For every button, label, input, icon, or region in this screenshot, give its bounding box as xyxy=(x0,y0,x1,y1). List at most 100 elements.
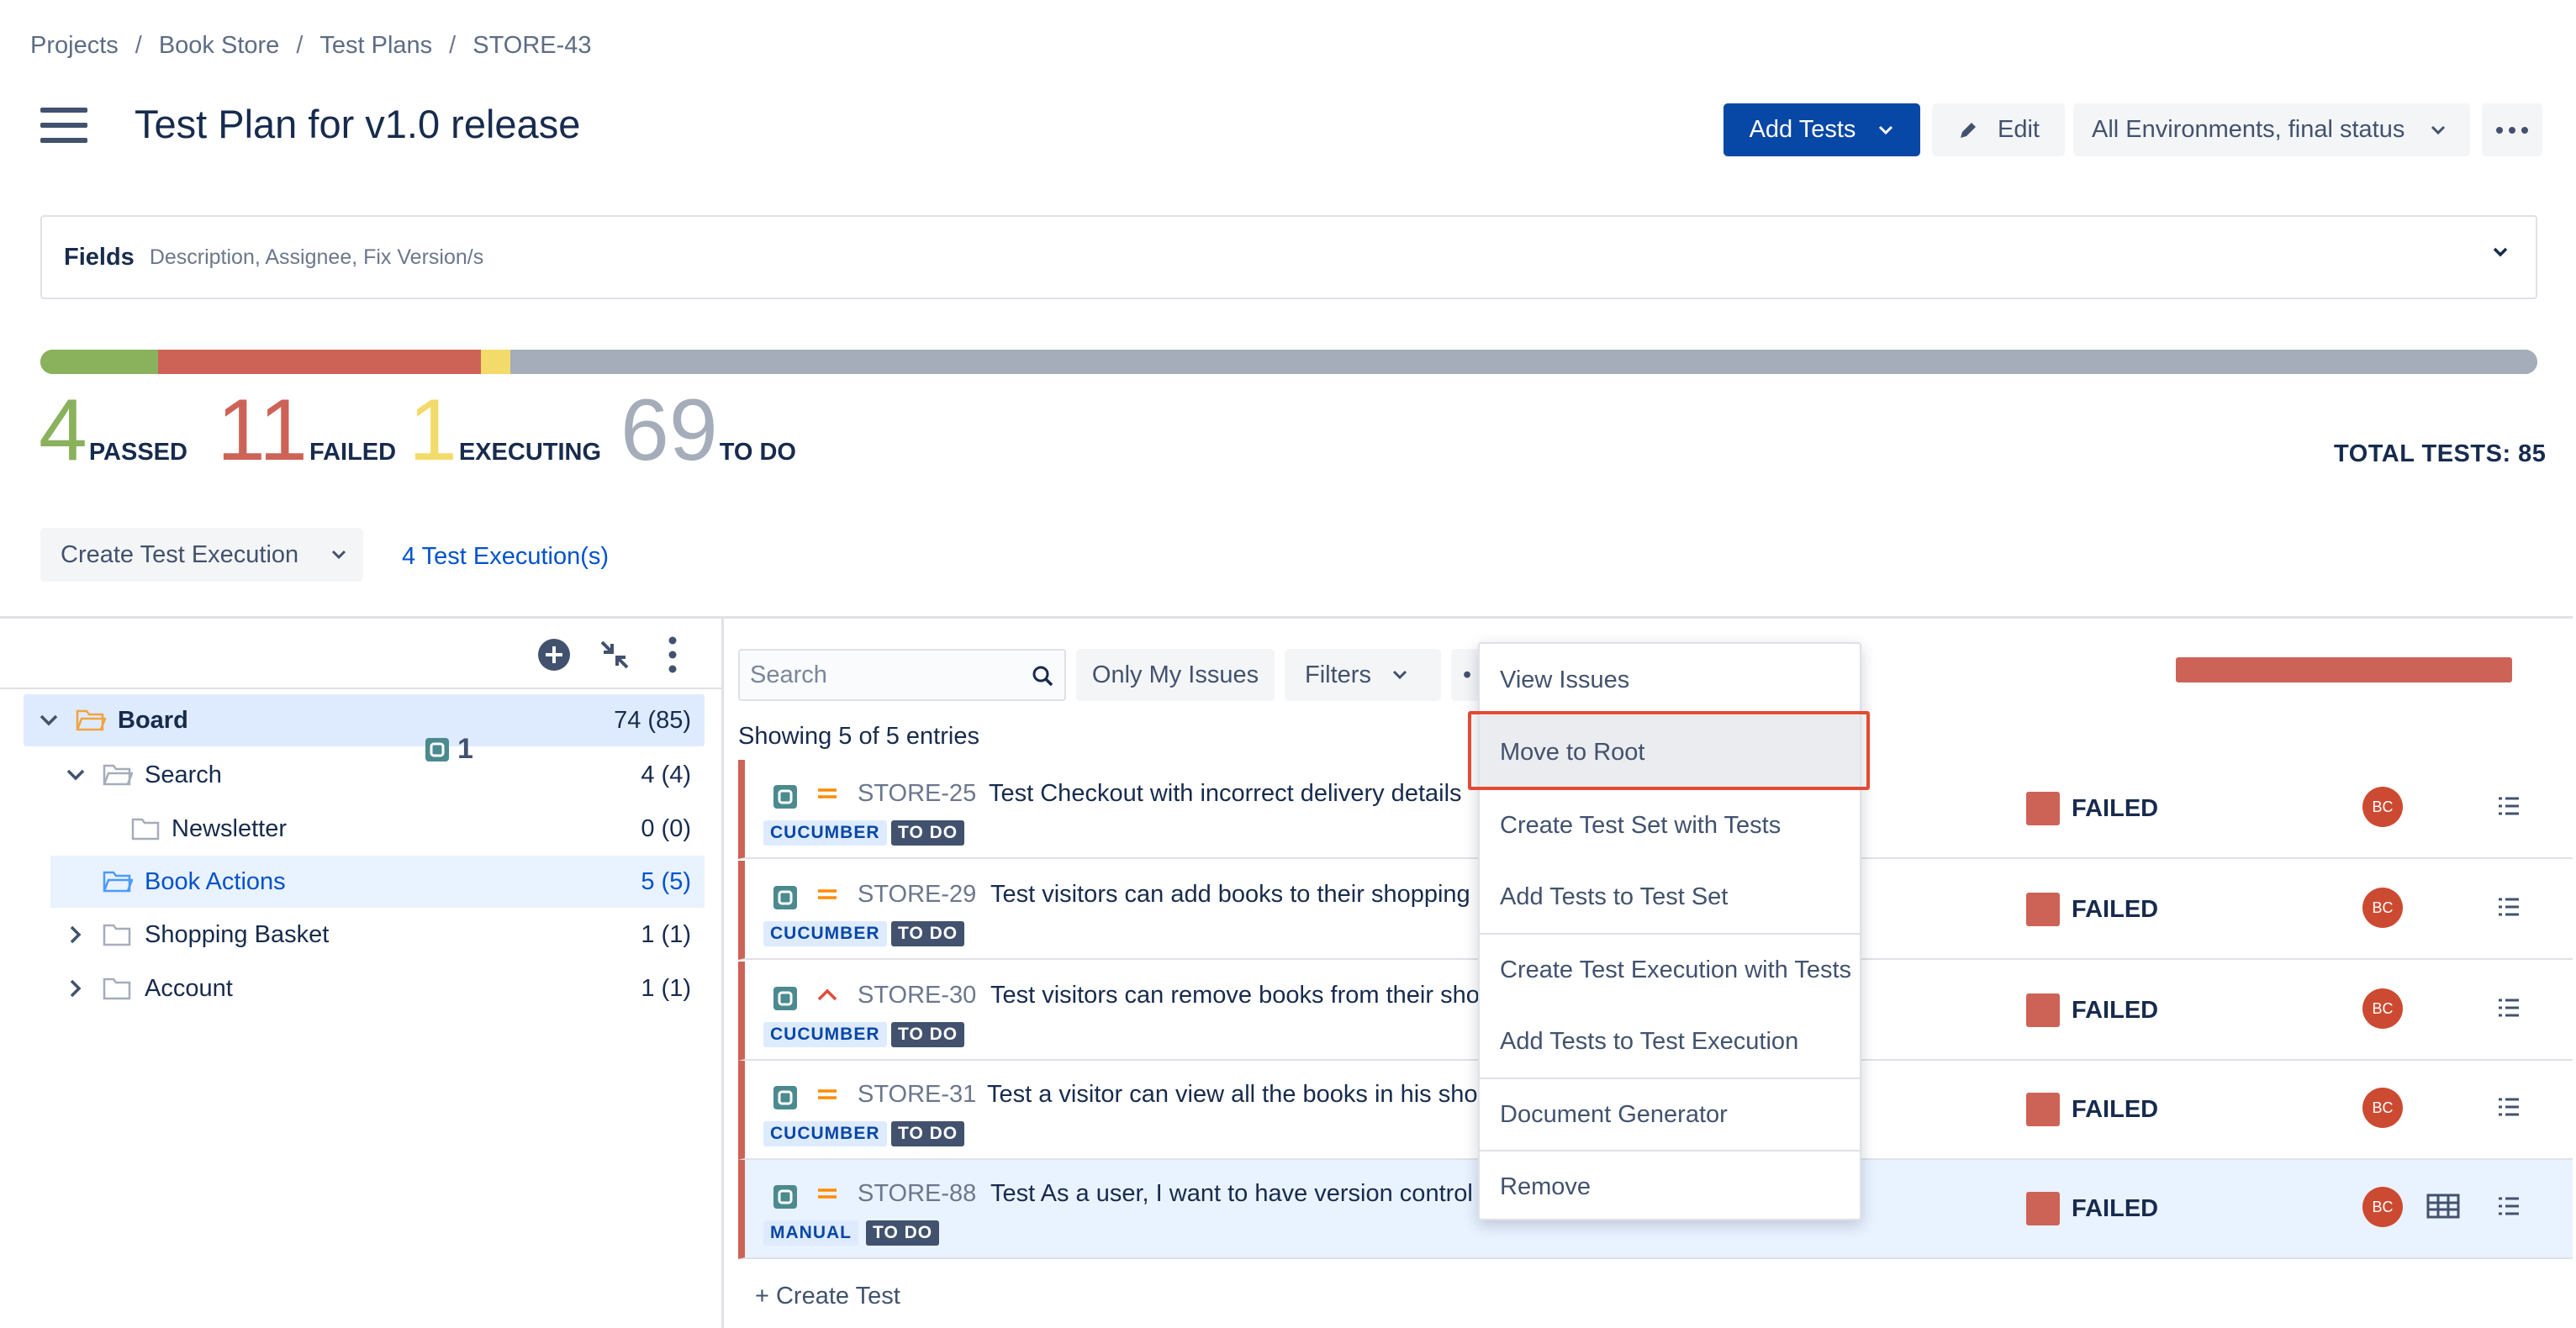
issue-key[interactable]: STORE-31 xyxy=(858,1081,976,1109)
menu-item-create-test-set[interactable]: Create Test Set with Tests xyxy=(1480,789,1860,862)
status-badge: TO DO xyxy=(866,1220,940,1246)
avatar[interactable]: BC xyxy=(2362,1088,2403,1128)
environment-select[interactable]: All Environments, final status xyxy=(2073,103,2470,156)
tree-item-count: 5 (5) xyxy=(641,867,691,895)
tree-item-shopping-basket[interactable]: Shopping Basket 1 (1) xyxy=(64,909,691,960)
tree-item-board[interactable]: Board 74 (85) xyxy=(37,695,691,746)
fields-label: Fields xyxy=(64,243,135,271)
test-type-badge: CUCUMBER xyxy=(763,1121,887,1146)
chevron-down-icon[interactable] xyxy=(37,712,61,729)
issue-key[interactable]: STORE-25 xyxy=(858,780,976,808)
create-test-execution-button[interactable]: Create Test Execution xyxy=(40,528,363,582)
breadcrumb-separator: / xyxy=(449,32,457,59)
add-tests-button[interactable]: Add Tests xyxy=(1723,103,1920,156)
collapse-icon[interactable] xyxy=(597,637,632,672)
avatar[interactable]: BC xyxy=(2362,888,2403,928)
chevron-right-icon[interactable] xyxy=(64,923,87,946)
folder-icon xyxy=(103,978,131,1000)
menu-item-remove[interactable]: Remove xyxy=(1480,1151,1860,1223)
breadcrumb-separator: / xyxy=(135,32,142,59)
chevron-down-icon[interactable] xyxy=(64,767,87,783)
breadcrumb-issue-key[interactable]: STORE-43 xyxy=(472,32,591,60)
issue-summary[interactable]: Test visitors can remove books from thei… xyxy=(990,982,1480,1009)
details-list-icon[interactable] xyxy=(2497,1096,2521,1118)
status-badge: TO DO xyxy=(891,1022,965,1047)
breadcrumb-projects[interactable]: Projects xyxy=(30,32,119,60)
folder-open-icon xyxy=(103,764,133,786)
menu-item-create-test-execution[interactable]: Create Test Execution with Tests xyxy=(1480,934,1860,1006)
issue-summary[interactable]: Test visitors can add books to their sho… xyxy=(990,881,1470,909)
tree-item-label: Account xyxy=(145,974,233,1002)
priority-medium-icon xyxy=(818,889,837,899)
breadcrumb-test-plans[interactable]: Test Plans xyxy=(319,32,432,60)
only-my-issues-label: Only My Issues xyxy=(1091,661,1259,688)
test-issue-icon xyxy=(773,1086,797,1109)
menu-item-view-issues[interactable]: View Issues xyxy=(1480,644,1860,716)
issue-summary[interactable]: Test Checkout with incorrect delivery de… xyxy=(989,780,1462,808)
tree-item-label: Board xyxy=(118,706,188,734)
stat-executing-label: EXECUTING xyxy=(458,439,602,466)
more-dots-icon xyxy=(2496,126,2528,134)
chevron-down-icon xyxy=(2431,125,2446,134)
more-vertical-icon[interactable] xyxy=(664,635,681,674)
test-issue-icon xyxy=(773,1185,797,1209)
stat-failed-number: 11 xyxy=(217,382,308,479)
more-actions-button[interactable] xyxy=(2482,103,2542,156)
details-list-icon[interactable] xyxy=(2497,997,2521,1019)
search-input[interactable]: Search xyxy=(738,649,1066,701)
issue-summary[interactable]: Test a visitor can view all the books in… xyxy=(987,1081,1491,1109)
tree-item-label: Book Actions xyxy=(145,867,286,895)
search-icon[interactable] xyxy=(1031,664,1054,688)
execution-status: FAILED xyxy=(2026,993,2158,1027)
tree-item-label: Search xyxy=(145,761,222,788)
execution-status: FAILED xyxy=(2026,792,2158,825)
filters-button[interactable]: Filters xyxy=(1285,649,1441,701)
progress-passed-segment xyxy=(40,350,158,374)
add-folder-icon[interactable] xyxy=(536,637,572,672)
issue-key[interactable]: STORE-88 xyxy=(858,1180,976,1208)
menu-item-add-to-test-execution[interactable]: Add Tests to Test Execution xyxy=(1480,1005,1860,1078)
folder-open-icon xyxy=(103,871,133,893)
fields-panel[interactable]: Fields Description, Assignee, Fix Versio… xyxy=(40,215,2537,299)
edit-button[interactable]: Edit xyxy=(1932,103,2065,156)
status-label: FAILED xyxy=(2072,1194,2159,1222)
status-color-swatch xyxy=(2026,993,2060,1027)
breadcrumb-book-store[interactable]: Book Store xyxy=(159,32,279,60)
only-my-issues-button[interactable]: Only My Issues xyxy=(1076,649,1275,701)
test-type-badge: MANUAL xyxy=(763,1220,858,1246)
avatar[interactable]: BC xyxy=(2362,787,2403,827)
menu-item-add-to-test-set[interactable]: Add Tests to Test Set xyxy=(1480,861,1860,933)
hamburger-menu-icon[interactable] xyxy=(40,108,87,143)
avatar[interactable]: BC xyxy=(2362,1187,2403,1227)
tree-item-search[interactable]: Search 4 (4) xyxy=(64,750,691,800)
menu-item-document-generator[interactable]: Document Generator xyxy=(1480,1078,1860,1151)
stat-executing-number: 1 xyxy=(409,382,457,479)
status-label: FAILED xyxy=(2072,996,2159,1024)
table-grid-icon[interactable] xyxy=(2426,1194,2460,1219)
tree-item-account[interactable]: Account 1 (1) xyxy=(64,963,691,1014)
pencil-icon xyxy=(1961,122,1976,138)
test-executions-link[interactable]: 4 Test Execution(s) xyxy=(402,543,609,571)
status-color-swatch xyxy=(2026,1192,2060,1225)
avatar[interactable]: BC xyxy=(2362,988,2403,1029)
test-type-badge: CUCUMBER xyxy=(763,820,887,846)
issue-key[interactable]: STORE-30 xyxy=(858,982,976,1009)
details-list-icon[interactable] xyxy=(2497,896,2521,918)
test-issue-icon xyxy=(773,785,797,809)
details-list-icon[interactable] xyxy=(2497,795,2521,817)
issue-key[interactable]: STORE-29 xyxy=(858,881,976,909)
divider xyxy=(0,616,2573,619)
status-badge: TO DO xyxy=(891,1121,965,1146)
issue-summary[interactable]: Test As a user, I want to have version c… xyxy=(990,1180,1486,1208)
test-issue-icon xyxy=(773,987,797,1010)
status-label: FAILED xyxy=(2072,895,2159,923)
stat-passed-number: 4 xyxy=(39,382,87,479)
chevron-right-icon[interactable] xyxy=(64,977,87,1000)
tree-item-newsletter[interactable]: Newsletter 0 (0) xyxy=(131,804,691,854)
chevron-down-icon[interactable] xyxy=(2490,245,2510,259)
details-list-icon[interactable] xyxy=(2497,1195,2521,1217)
tree-item-book-actions[interactable]: Book Actions 5 (5) xyxy=(103,856,691,907)
progress-failed-segment xyxy=(157,350,482,374)
stat-todo-label: TO DO xyxy=(719,439,796,466)
create-test-link[interactable]: + Create Test xyxy=(755,1283,900,1310)
